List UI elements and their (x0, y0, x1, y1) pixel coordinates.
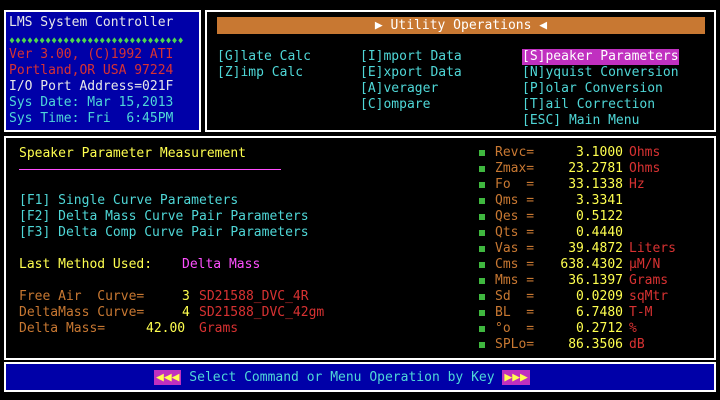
param-value: 86.3506 (568, 337, 623, 352)
menu-item-glate-calc[interactable]: [G]late Calc (217, 49, 311, 65)
param-unit: T-M (629, 305, 653, 320)
param-unit: % (629, 321, 637, 336)
right-arrows-icon: ▶▶▶ (502, 370, 530, 385)
param-name: Revc= (495, 145, 535, 160)
left-arrows-icon: ◀◀◀ (154, 370, 182, 385)
menu-item-averager[interactable]: [A]verager (360, 81, 438, 97)
param-value: 36.1397 (568, 273, 623, 288)
utility-menu-panel: ▶ Utility Operations ◀ [G]late Calc [Z]i… (205, 10, 716, 132)
menu-item-nyquist-conversion[interactable]: [N]yquist Conversion (522, 65, 679, 81)
param-unit: Ohms (629, 161, 661, 176)
bullet-icon (479, 214, 485, 220)
param-unit: Grams (629, 273, 669, 288)
sys-time: Sys Time: Fri 6:45PM (9, 111, 174, 126)
delta-curve-number: 4 (182, 305, 190, 320)
bullet-icon (479, 326, 485, 332)
bullet-icon (479, 278, 485, 284)
io-port-text: I/O Port Address=021F (9, 79, 174, 94)
bullet-icon (479, 294, 485, 300)
param-value: 39.4872 (568, 241, 623, 256)
bullet-icon (479, 182, 485, 188)
param-value: 0.0209 (576, 289, 623, 304)
param-unit: dB (629, 337, 645, 352)
param-unit: µM/N (629, 257, 661, 272)
system-info-panel: LMS System Controller ♦♦♦♦♦♦♦♦♦♦♦♦♦♦♦♦♦♦… (4, 10, 201, 132)
param-unit: Liters (629, 241, 676, 256)
free-air-number: 3 (182, 289, 190, 304)
param-value: 0.2712 (576, 321, 623, 336)
title-underline (19, 169, 281, 170)
menu-item-polar-conversion[interactable]: [P]olar Conversion (522, 81, 663, 97)
delta-curve-name: SD21588_DVC_42gm (199, 305, 325, 320)
bullet-icon (479, 150, 485, 156)
option-delta-comp[interactable]: [F3] Delta Comp Curve Pair Parameters (19, 225, 309, 241)
status-text: Select Command or Menu Operation by Key (181, 370, 503, 385)
param-unit: Hz (629, 177, 645, 192)
delta-curve-label: DeltaMass Curve= (19, 305, 145, 320)
delta-mass-unit: Grams (199, 321, 239, 336)
param-name: Zmax= (495, 161, 535, 176)
free-air-curve-name: SD21588_DVC_4R (199, 289, 309, 304)
bullet-icon (479, 246, 485, 252)
param-value: 23.2781 (568, 161, 623, 176)
bullet-icon (479, 166, 485, 172)
location-text: Portland,OR USA 97224 (9, 63, 174, 78)
param-name: BL = (495, 305, 535, 320)
sys-date: Sys Date: Mar 15,2013 (9, 95, 174, 110)
param-value: 0.5122 (576, 209, 623, 224)
param-value: 638.4302 (560, 257, 623, 272)
delta-mass-label: Delta Mass= (19, 321, 106, 336)
status-prompt: ◀◀◀ Select Command or Menu Operation by … (154, 369, 581, 387)
param-name: Qms = (495, 193, 535, 208)
param-name: Fo = (495, 177, 535, 192)
param-name: Mms = (495, 273, 535, 288)
system-title: LMS System Controller (9, 15, 174, 30)
last-method-value: Delta Mass (182, 257, 261, 272)
bullet-icon (479, 262, 485, 268)
status-bar: ◀◀◀ Select Command or Menu Operation by … (4, 362, 716, 392)
menu-item-zimp-calc[interactable]: [Z]imp Calc (217, 65, 303, 81)
speaker-parameter-panel: Speaker Parameter Measurement [F1] Singl… (4, 136, 716, 360)
param-name: Qts = (495, 225, 535, 240)
bullet-icon (479, 198, 485, 204)
param-value: 6.7480 (576, 305, 623, 320)
param-value: 3.1000 (576, 145, 623, 160)
menu-item-main-menu[interactable]: [ESC] Main Menu (522, 113, 639, 129)
menu-item-import-data[interactable]: [I]mport Data (360, 49, 462, 65)
param-unit: sqMtr (629, 289, 669, 304)
param-unit: Ohms (629, 145, 661, 160)
param-name: Vas = (495, 241, 535, 256)
menu-item-export-data[interactable]: [E]xport Data (360, 65, 462, 81)
param-name: SPLo= (495, 337, 535, 352)
version-text: Ver 3.00, (C)1992 ATI (9, 47, 174, 62)
param-name: Sd = (495, 289, 535, 304)
param-name: Cms = (495, 257, 535, 272)
param-value: 0.4440 (576, 225, 623, 240)
bullet-icon (479, 342, 485, 348)
menu-item-speaker-parameters[interactable]: [S]peaker Parameters (522, 49, 679, 65)
param-value: 3.3341 (576, 193, 623, 208)
param-name: Qes = (495, 209, 535, 224)
bullet-icon (479, 310, 485, 316)
menu-title: ▶ Utility Operations ◀ (217, 17, 705, 34)
delta-mass-value: 42.00 (146, 321, 186, 336)
param-value: 33.1338 (568, 177, 623, 192)
menu-item-tail-correction[interactable]: [T]ail Correction (522, 97, 655, 113)
param-name: °o = (495, 321, 535, 336)
option-delta-mass[interactable]: [F2] Delta Mass Curve Pair Parameters (19, 209, 309, 225)
bullet-icon (479, 230, 485, 236)
last-method-label: Last Method Used: (19, 257, 153, 272)
option-single-curve[interactable]: [F1] Single Curve Parameters (19, 193, 238, 209)
menu-item-compare[interactable]: [C]ompare (360, 97, 430, 113)
page-title: Speaker Parameter Measurement (19, 146, 246, 161)
free-air-label: Free Air Curve= (19, 289, 145, 304)
